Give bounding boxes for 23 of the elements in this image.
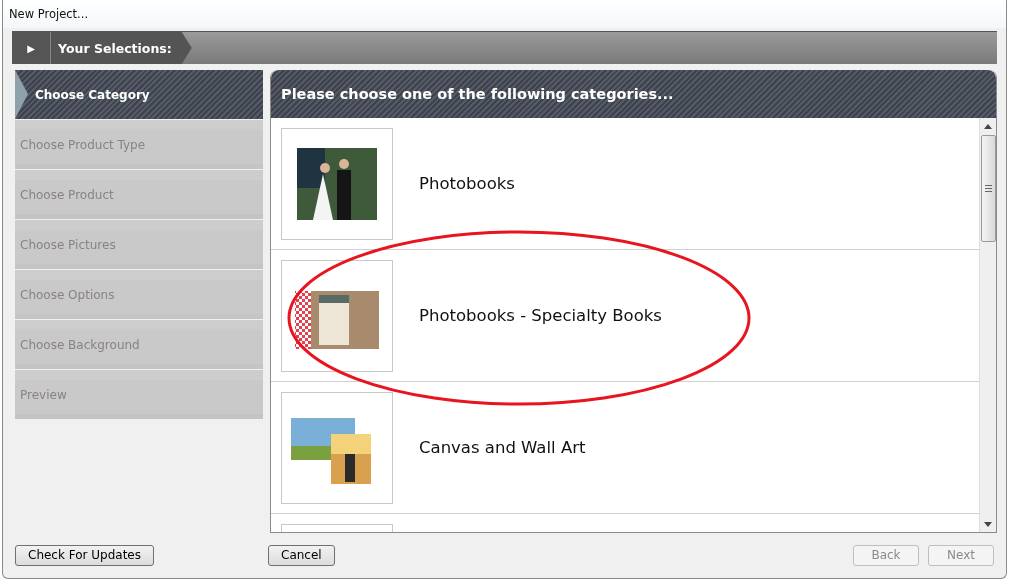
step-item[interactable]: Preview	[15, 370, 263, 420]
category-label[interactable]: Photobooks - Specialty Books	[419, 306, 662, 325]
step-item[interactable]: Choose Options	[15, 270, 263, 320]
thumbnail-frame[interactable]	[281, 127, 393, 240]
category-label[interactable]: Photobooks	[419, 174, 515, 193]
window-title: New Project...	[9, 7, 89, 21]
check-updates-button[interactable]: Check For Updates	[15, 544, 154, 566]
categories-heading: Please choose one of the following categories...	[271, 70, 996, 118]
thumbnail-frame[interactable]	[281, 259, 393, 372]
step-item[interactable]: Choose Pictures	[15, 220, 263, 270]
category-label[interactable]: Canvas and Wall Art	[419, 438, 586, 457]
step-item[interactable]: Choose Product Type	[15, 120, 263, 170]
grip-icon	[984, 185, 992, 192]
thumbnail-frame[interactable]	[281, 391, 393, 504]
cancel-button[interactable]: Cancel	[268, 544, 335, 566]
vertical-scrollbar[interactable]	[979, 118, 996, 532]
step-item[interactable]: Choose Category	[15, 70, 263, 120]
scroll-up-icon[interactable]	[984, 124, 992, 129]
scroll-thumb[interactable]	[980, 135, 996, 242]
selections-label: Your Selections:	[51, 32, 192, 64]
step-item[interactable]: Choose Background	[15, 320, 263, 370]
scroll-down-icon[interactable]	[984, 522, 992, 527]
step-item[interactable]: Choose Product	[15, 170, 263, 220]
